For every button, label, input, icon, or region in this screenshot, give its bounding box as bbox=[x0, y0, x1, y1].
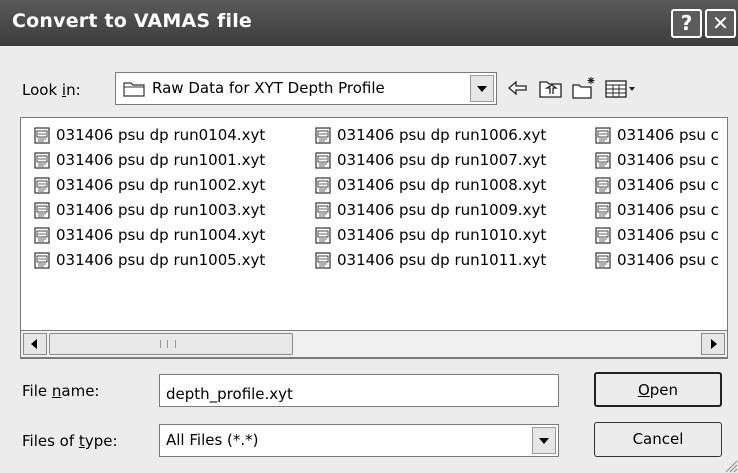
file-name-text: 031406 psu c bbox=[617, 251, 719, 269]
help-button[interactable]: ? bbox=[671, 9, 702, 38]
file-name-text: 031406 psu c bbox=[617, 201, 719, 219]
file-name-text: 031406 psu dp run1010.xyt bbox=[337, 226, 547, 244]
document-icon bbox=[315, 202, 331, 219]
document-icon bbox=[34, 127, 50, 144]
folder-icon bbox=[123, 82, 145, 97]
document-icon bbox=[315, 127, 331, 144]
grip-icon bbox=[160, 340, 176, 348]
document-icon bbox=[595, 152, 611, 169]
up-one-level-icon[interactable] bbox=[537, 74, 565, 102]
file-list-item[interactable]: 031406 psu dp run1002.xyt bbox=[34, 174, 314, 199]
look-in-dropdown[interactable]: Raw Data for XYT Depth Profile bbox=[115, 72, 497, 105]
file-list-item[interactable]: 031406 psu c bbox=[595, 124, 727, 149]
document-icon bbox=[315, 177, 331, 194]
file-list-item[interactable]: 031406 psu c bbox=[595, 249, 727, 274]
files-of-type-dropdown[interactable]: All Files (*.*) bbox=[159, 424, 559, 457]
file-list-item[interactable]: 031406 psu dp run1010.xyt bbox=[315, 224, 595, 249]
file-name-text: 031406 psu c bbox=[617, 151, 719, 169]
file-list-item[interactable]: 031406 psu dp run0104.xyt bbox=[34, 124, 314, 149]
document-icon bbox=[595, 227, 611, 244]
files-of-type-dropdown-arrow[interactable] bbox=[532, 427, 556, 454]
convert-dialog: Convert to VAMAS file ? ✕ Look in: Raw D… bbox=[0, 0, 738, 473]
title-bar[interactable]: Convert to VAMAS file ? ✕ bbox=[0, 0, 738, 46]
file-list-item[interactable]: 031406 psu dp run1006.xyt bbox=[315, 124, 595, 149]
file-name-label: File name: bbox=[22, 382, 100, 400]
file-list-item[interactable]: 031406 psu dp run1011.xyt bbox=[315, 249, 595, 274]
cancel-button[interactable]: Cancel bbox=[594, 422, 722, 457]
window-title: Convert to VAMAS file bbox=[12, 10, 253, 32]
document-icon bbox=[315, 227, 331, 244]
document-icon bbox=[595, 177, 611, 194]
views-menu-icon[interactable] bbox=[603, 74, 639, 102]
file-name-text: 031406 psu dp run1005.xyt bbox=[56, 251, 266, 269]
document-icon bbox=[315, 252, 331, 269]
file-name-text: 031406 psu c bbox=[617, 226, 719, 244]
document-icon bbox=[34, 152, 50, 169]
look-in-dropdown-arrow[interactable] bbox=[470, 75, 494, 102]
file-list[interactable]: 031406 psu dp run0104.xyt 031406 psu dp r… bbox=[20, 117, 728, 359]
file-name-text: 031406 psu dp run1011.xyt bbox=[337, 251, 547, 269]
scroll-right-button[interactable] bbox=[701, 333, 725, 355]
scroll-thumb[interactable] bbox=[49, 333, 293, 355]
file-name-text: 031406 psu c bbox=[617, 126, 719, 144]
horizontal-scrollbar[interactable] bbox=[20, 330, 728, 358]
file-name-text: 031406 psu dp run1006.xyt bbox=[337, 126, 547, 144]
file-name-text: 031406 psu dp run1003.xyt bbox=[56, 201, 266, 219]
document-icon bbox=[34, 202, 50, 219]
file-list-item[interactable]: 031406 psu c bbox=[595, 199, 727, 224]
close-button[interactable]: ✕ bbox=[705, 9, 736, 38]
file-name-text: 031406 psu dp run1001.xyt bbox=[56, 151, 266, 169]
file-name-text: 031406 psu dp run0104.xyt bbox=[56, 126, 266, 144]
document-icon bbox=[595, 202, 611, 219]
open-button[interactable]: Open bbox=[594, 372, 722, 407]
file-list-item[interactable]: 031406 psu dp run1003.xyt bbox=[34, 199, 314, 224]
back-arrow-icon[interactable] bbox=[504, 74, 532, 102]
scroll-left-button[interactable] bbox=[23, 333, 47, 355]
document-icon bbox=[595, 127, 611, 144]
files-of-type-value: All Files (*.*) bbox=[166, 431, 259, 449]
file-list-item[interactable]: 031406 psu c bbox=[595, 149, 727, 174]
document-icon bbox=[315, 152, 331, 169]
file-list-item[interactable]: 031406 psu dp run1005.xyt bbox=[34, 249, 314, 274]
file-list-item[interactable]: 031406 psu dp run1008.xyt bbox=[315, 174, 595, 199]
file-list-item[interactable]: 031406 psu c bbox=[595, 174, 727, 199]
resize-grip-icon[interactable] bbox=[722, 457, 738, 473]
document-icon bbox=[595, 252, 611, 269]
file-name-text: 031406 psu c bbox=[617, 176, 719, 194]
new-folder-icon[interactable] bbox=[570, 74, 598, 102]
file-list-item[interactable]: 031406 psu c bbox=[595, 224, 727, 249]
file-name-text: 031406 psu dp run1009.xyt bbox=[337, 201, 547, 219]
file-name-text: 031406 psu dp run1002.xyt bbox=[56, 176, 266, 194]
files-of-type-label: Files of type: bbox=[22, 432, 118, 450]
look-in-label: Look in: bbox=[22, 81, 81, 99]
document-icon bbox=[34, 177, 50, 194]
file-name-text: 031406 psu dp run1007.xyt bbox=[337, 151, 547, 169]
document-icon bbox=[34, 227, 50, 244]
file-list-item[interactable]: 031406 psu dp run1004.xyt bbox=[34, 224, 314, 249]
file-name-input[interactable] bbox=[159, 374, 559, 407]
document-icon bbox=[34, 252, 50, 269]
file-list-item[interactable]: 031406 psu dp run1007.xyt bbox=[315, 149, 595, 174]
file-name-text: 031406 psu dp run1008.xyt bbox=[337, 176, 547, 194]
look-in-value: Raw Data for XYT Depth Profile bbox=[152, 79, 385, 97]
file-list-item[interactable]: 031406 psu dp run1001.xyt bbox=[34, 149, 314, 174]
file-list-item[interactable]: 031406 psu dp run1009.xyt bbox=[315, 199, 595, 224]
file-name-text: 031406 psu dp run1004.xyt bbox=[56, 226, 266, 244]
